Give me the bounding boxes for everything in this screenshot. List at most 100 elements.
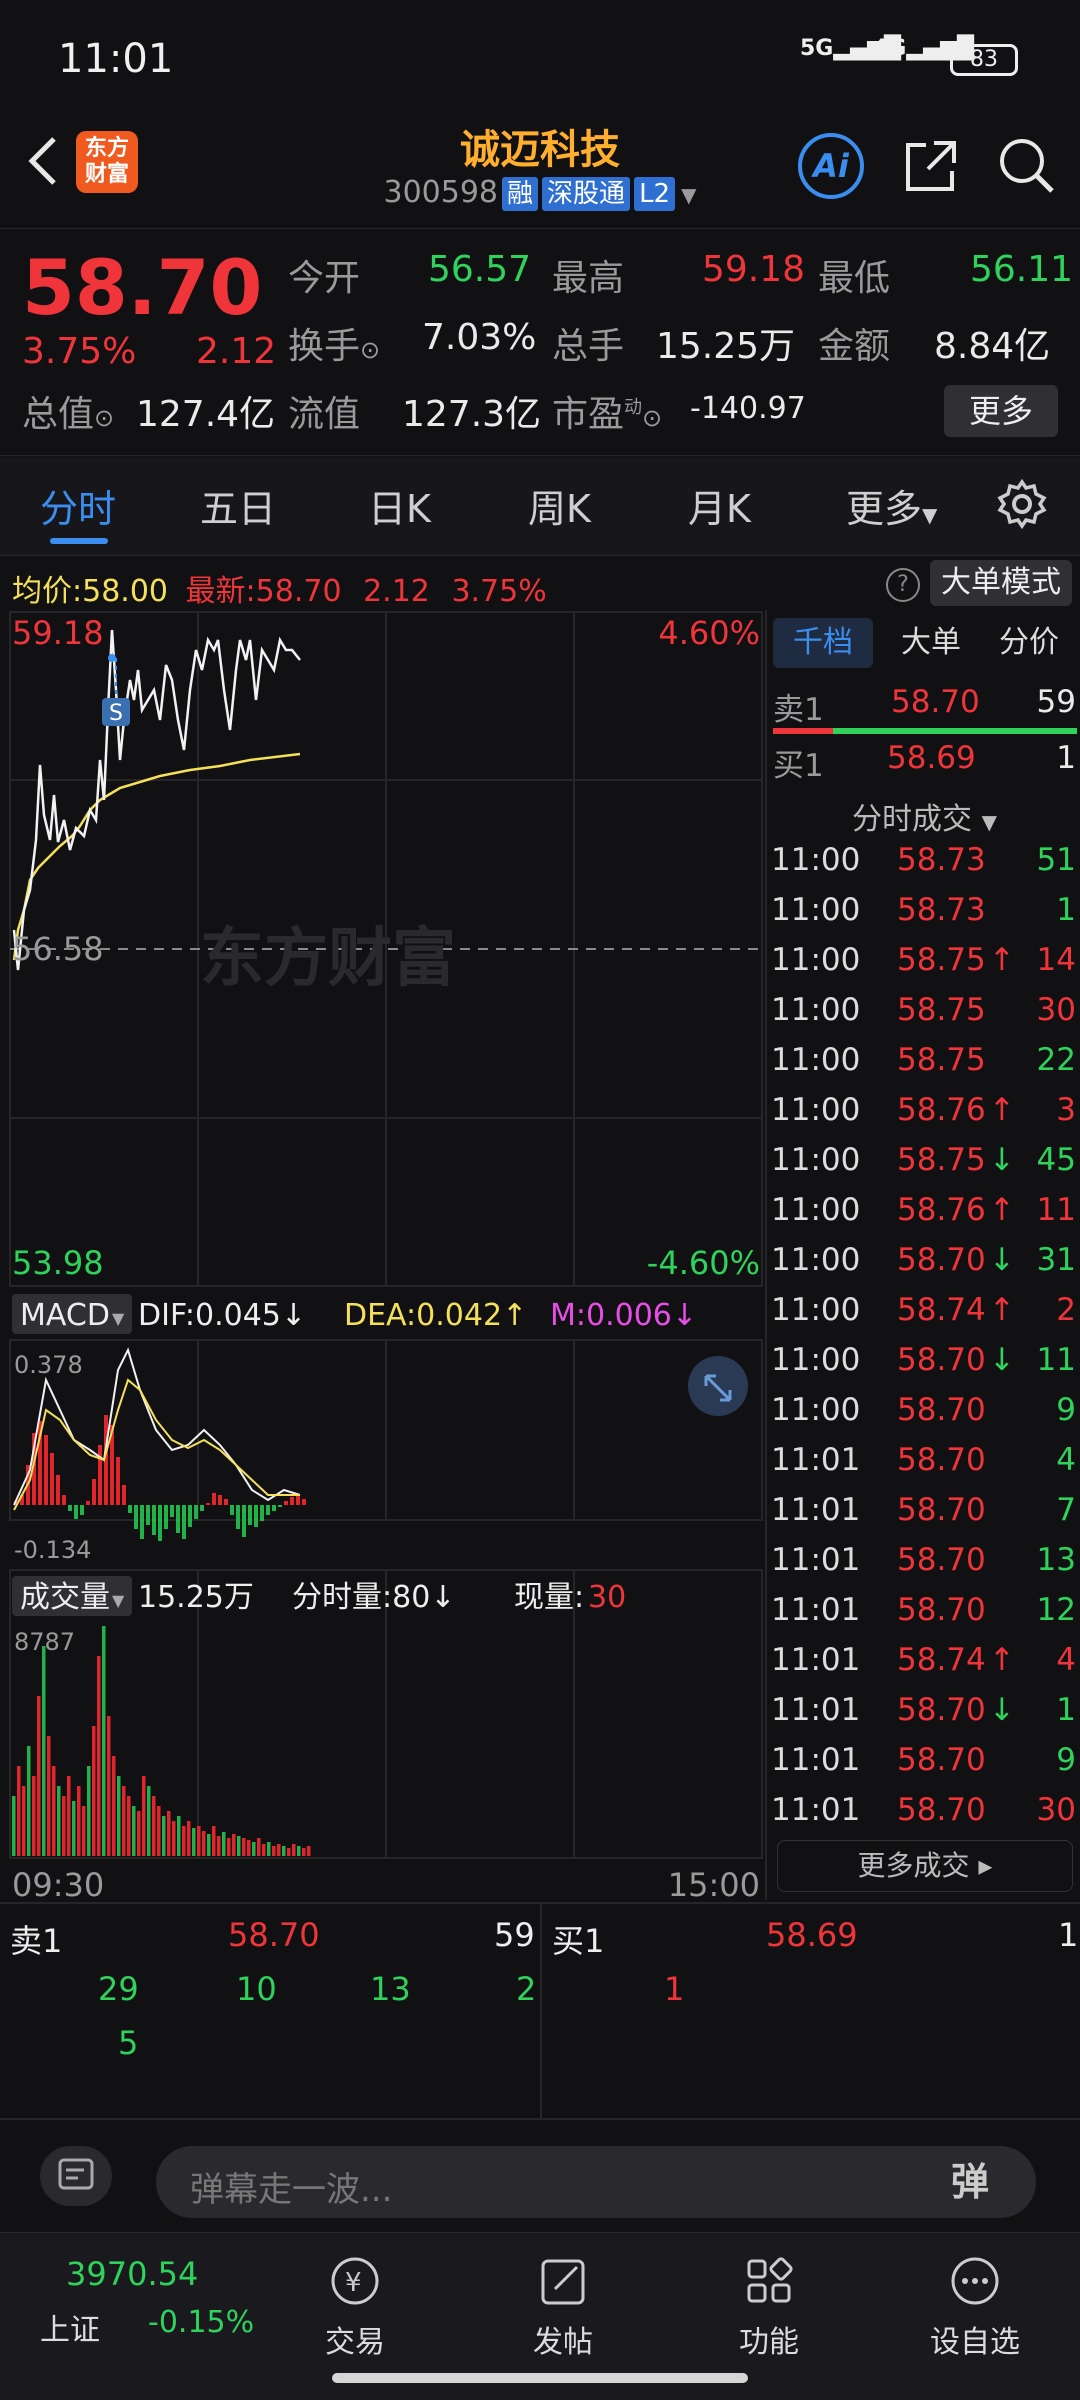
market-cap-label[interactable]: 总值⊙ [22,385,114,437]
back-icon[interactable] [18,131,68,191]
order-book: 卖1 58.70 59 买1 58.69 1 29 10 13 2 5 1 [0,1902,1080,2120]
svg-text:▼: ▼ [112,1309,125,1328]
tab-daily-k[interactable]: 日K [368,478,431,533]
tab-big-orders[interactable]: 大单 [891,618,971,668]
index-name[interactable]: 上证 [40,2305,100,2349]
macd-bar [260,1505,264,1521]
macd-bar [134,1505,138,1529]
badge-level2: L2 [634,177,676,211]
macd-bar [272,1505,276,1511]
volume-bar [207,1834,211,1856]
trade-row: 11:01 58.70 30 [771,1792,1076,1828]
volume-period: 分时量:80↓ [292,1580,455,1615]
tab-depth[interactable]: 千档 [773,618,873,668]
ai-icon[interactable]: Ai [798,133,864,199]
danmu-toggle-icon[interactable] [40,2146,112,2206]
volume-now-value: 30 [588,1580,626,1615]
period-tabs: 分时 五日 日K 周K 月K 更多▼ [0,458,1080,556]
book-buy-price: 58.69 [766,1916,858,1954]
status-bar: 11:01 5G▂▄▆█ 4G▂▄▆█ 83 [0,0,1080,115]
volume-bar [282,1846,286,1856]
stock-subtitle[interactable]: 300598 融深股通 L2 ▼ [370,175,710,211]
macd-bar [278,1505,282,1507]
chevron-down-icon: ▼ [681,183,697,207]
badge-margin: 融 [502,177,539,211]
sell1-row: 卖1 58.70 59 [773,684,1076,728]
volume-bar [242,1838,246,1856]
macd-bar [248,1505,252,1525]
macd-bar [146,1505,150,1525]
volume-bar [162,1816,166,1856]
open-value: 56.57 [428,249,532,290]
more-button[interactable]: 更多 [944,385,1058,437]
volume-bar [52,1766,56,1856]
high-value: 59.18 [702,249,806,290]
volume-bar [182,1826,186,1856]
index-value[interactable]: 3970.54 [66,2255,198,2293]
trade-row: 11:00 58.74 ↑ 2 [771,1292,1076,1328]
trade-row: 11:00 58.75 ↑ 14 [771,942,1076,978]
volume-bar [252,1842,256,1856]
volume-bar [217,1836,221,1856]
help-icon[interactable]: ? [886,568,920,602]
time-start: 09:30 [12,1866,104,1900]
avg-info: 均价:58.00 最新:58.70 2.12 3.75% [12,574,547,609]
volume-total: 15.25万 [138,1580,254,1615]
macd-bar [164,1505,168,1529]
macd-bar [212,1493,216,1505]
pe-label[interactable]: 市盈动⊙ [552,385,662,437]
nav-trade[interactable]: ¥ 交易 [280,2253,430,2361]
volume-bar [77,1786,81,1856]
nav-watchlist[interactable]: 设自选 [900,2253,1050,2361]
macd-bar [302,1499,306,1505]
macd-bar [290,1497,294,1505]
volume-bar [27,1746,31,1856]
tab-price-dist[interactable]: 分价 [989,618,1069,668]
macd-bar [224,1499,228,1505]
volume-bar [172,1821,176,1856]
volume-bar [82,1806,86,1856]
index-pct[interactable]: -0.15% [148,2305,254,2340]
more-trades-button[interactable]: 更多成交 ▸ [777,1840,1073,1892]
volume-bar [42,1646,46,1856]
macd-bar [242,1505,246,1537]
tab-five-day[interactable]: 五日 [200,478,276,533]
volume-bar [37,1696,41,1856]
share-icon[interactable] [900,135,962,197]
nav-post[interactable]: 发帖 [488,2253,638,2361]
macd-bar [254,1505,258,1527]
macd-bar [266,1505,270,1515]
volume-bar [272,1846,276,1856]
clock: 11:01 [58,36,174,82]
macd-bar [98,1445,102,1505]
trade-icon: ¥ [331,2257,379,2305]
book-sell-qty: 59 [494,1916,535,1954]
tab-monthly-k[interactable]: 月K [688,478,751,533]
tab-weekly-k[interactable]: 周K [528,478,591,533]
sell-queue-item: 13 [370,1970,411,2008]
change-amount: 2.12 [196,331,277,372]
volume-bar [297,1846,301,1856]
svg-text:¥: ¥ [345,2268,362,2298]
tab-intraday[interactable]: 分时 [40,478,116,533]
bottom-price: 53.98 [12,1244,104,1282]
nav-functions[interactable]: 功能 [694,2253,844,2361]
grid-icon [747,2257,793,2303]
danmu-send-icon[interactable]: 弹 [940,2152,1000,2212]
volume-bar [257,1838,261,1856]
danmu-input[interactable]: 弹幕走一波... 弹 [156,2146,1036,2218]
volume-bar [57,1786,61,1856]
trades-header[interactable]: 分时成交 ▼ [767,794,1080,838]
tab-more[interactable]: 更多▼ [846,478,937,533]
big-order-mode-button[interactable]: 大单模式 [930,560,1072,606]
search-icon[interactable] [996,135,1058,197]
stock-title[interactable]: 诚迈科技 [370,117,710,175]
macd-bar [296,1495,300,1505]
turnover-label[interactable]: 换手⊙ [288,317,380,369]
trade-row: 11:00 58.75 22 [771,1042,1076,1078]
settings-gear-icon[interactable] [996,478,1048,530]
volume-bar [62,1796,66,1856]
trade-row: 11:01 58.70 ↓ 1 [771,1692,1076,1728]
intraday-chart[interactable]: 东方财富 S 59.18 56.58 53.98 4.60% -4.60% MA… [0,610,765,1904]
low-value: 56.11 [970,249,1074,290]
